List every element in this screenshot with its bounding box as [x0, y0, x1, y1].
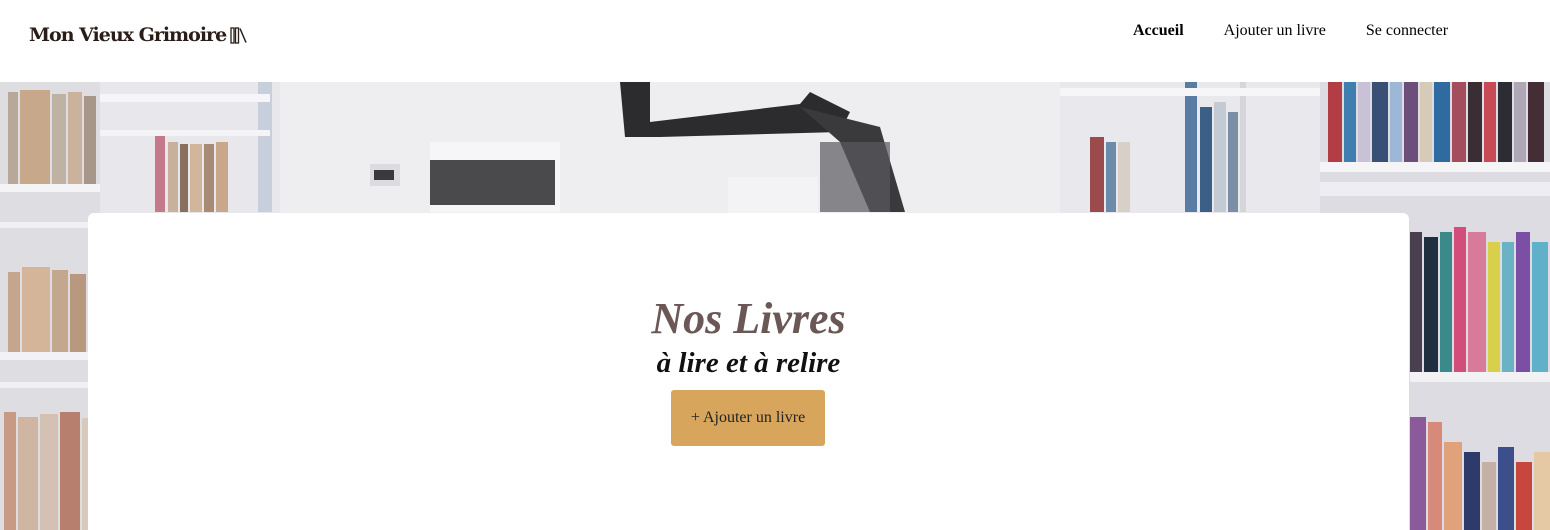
nav-link-ajouter-livre[interactable]: Ajouter un livre: [1224, 22, 1326, 40]
hero-card: Nos Livres à lire et à relire + Ajouter …: [88, 213, 1409, 530]
logo-text: Mon Vieux Grimoire: [29, 24, 227, 46]
add-book-button[interactable]: + Ajouter un livre: [671, 390, 825, 446]
nav-link-se-connecter[interactable]: Se connecter: [1366, 22, 1448, 40]
nav-link-accueil[interactable]: Accueil: [1133, 22, 1184, 40]
main-nav: Accueil Ajouter un livre Se connecter: [1133, 22, 1448, 40]
page-title: Nos Livres: [651, 294, 846, 343]
books-icon: [230, 25, 248, 45]
site-header: Mon Vieux Grimoire Accueil Ajouter un li…: [0, 0, 1550, 82]
site-logo[interactable]: Mon Vieux Grimoire: [29, 24, 248, 46]
page-subtitle: à lire et à relire: [656, 347, 841, 379]
